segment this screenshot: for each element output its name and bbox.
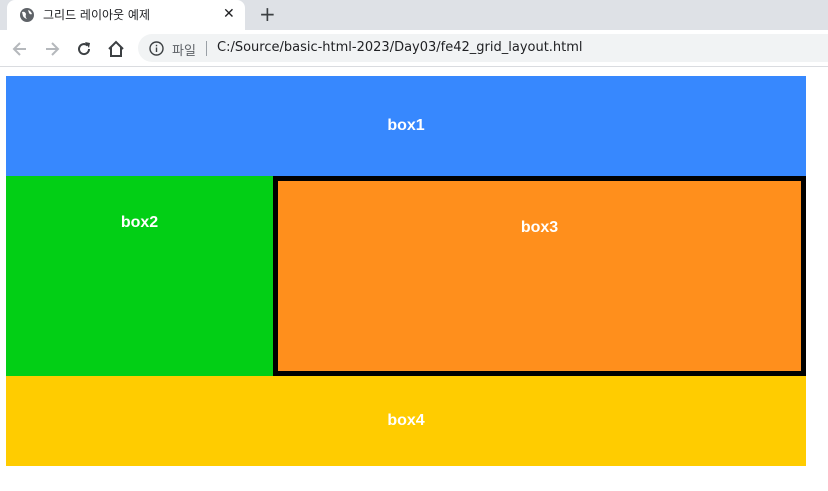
back-arrow-icon[interactable] (10, 39, 30, 59)
active-tab[interactable]: 그리드 레이아웃 예제 ✕ (7, 0, 245, 30)
box4-label: box4 (387, 412, 425, 429)
box3-label: box3 (520, 219, 559, 236)
url-text[interactable]: C:/Source/basic-html-2023/Day03/fe42_gri… (217, 40, 583, 55)
reload-icon[interactable] (74, 39, 94, 59)
info-icon[interactable] (149, 41, 164, 56)
site-info-label[interactable]: 파일 (172, 40, 196, 59)
box1-label: box1 (387, 117, 425, 134)
page-viewport: box1 box2 box3 box4 (0, 68, 828, 491)
address-bar[interactable]: 파일 C:/Source/basic-html-2023/Day03/fe42_… (138, 34, 828, 62)
box4: box4 (6, 376, 806, 466)
close-tab-icon[interactable]: ✕ (223, 6, 235, 22)
box1: box1 (6, 76, 806, 176)
forward-arrow-icon[interactable] (42, 39, 62, 59)
tab-strip: 그리드 레이아웃 예제 ✕ + (0, 0, 828, 30)
separator (206, 41, 207, 56)
tab-title: 그리드 레이아웃 예제 (43, 8, 150, 22)
new-tab-button[interactable]: + (259, 3, 276, 25)
box3: box3 (273, 176, 806, 376)
globe-icon (19, 7, 35, 23)
grid-container: box1 box2 box3 box4 (6, 76, 806, 466)
home-icon[interactable] (106, 39, 126, 59)
box2-label: box2 (120, 214, 159, 231)
browser-toolbar: 파일 C:/Source/basic-html-2023/Day03/fe42_… (0, 30, 828, 67)
box2: box2 (6, 176, 273, 376)
